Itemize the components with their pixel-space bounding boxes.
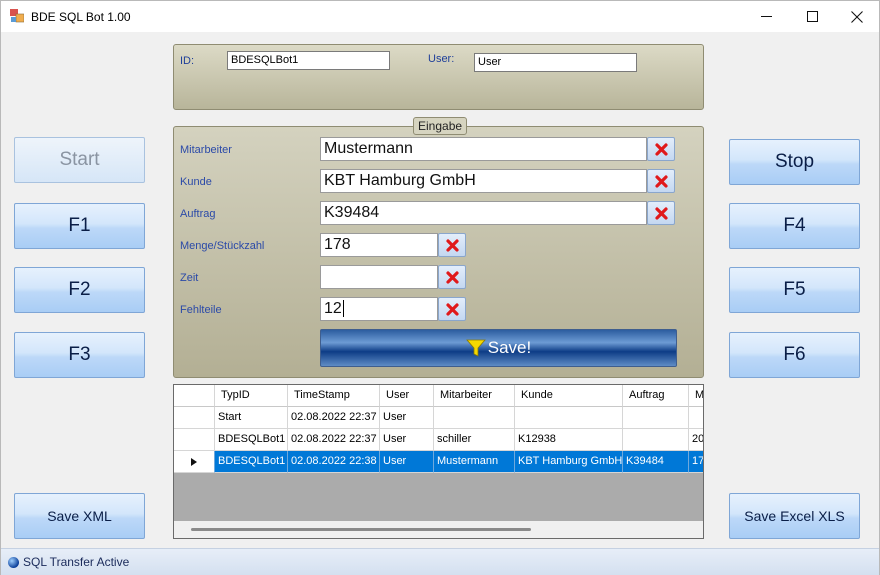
minimize-icon <box>760 16 772 17</box>
clear-mitarbeiter-button[interactable] <box>647 137 675 161</box>
table-cell: BDESQLBot1 <box>215 429 288 451</box>
id-input[interactable]: BDESQLBot1 <box>227 51 390 70</box>
clear-x-icon <box>445 238 459 252</box>
clear-fehlteile-button[interactable] <box>438 297 466 321</box>
text-caret <box>342 300 344 318</box>
fehlteile-field[interactable]: 12 <box>320 297 438 321</box>
column-header-kunde[interactable]: Kunde <box>515 385 623 407</box>
kunde-label: Kunde <box>180 176 212 188</box>
table-cell <box>689 407 703 429</box>
save-label: Save! <box>487 338 532 357</box>
table-cell: 17 <box>689 451 703 473</box>
input-group-title: Eingabe <box>413 117 468 135</box>
clear-x-icon <box>445 302 459 316</box>
title-bar: BDE SQL Bot 1.00 <box>1 1 879 32</box>
clear-x-icon <box>654 174 668 188</box>
zeit-field[interactable] <box>320 265 438 289</box>
clear-zeit-button[interactable] <box>438 265 466 289</box>
row-header[interactable] <box>174 407 215 429</box>
table-cell: BDESQLBot1 <box>215 451 288 473</box>
f5-button[interactable]: F5 <box>729 267 860 313</box>
table-cell: Mustermann <box>434 451 515 473</box>
table-cell: 02.08.2022 22:38 <box>288 451 380 473</box>
table-cell: 02.08.2022 22:37 <box>288 429 380 451</box>
status-bar: SQL Transfer Active <box>1 548 879 575</box>
table-cell <box>434 407 515 429</box>
table-row[interactable]: Start 02.08.2022 22:37 User <box>174 407 703 429</box>
auftrag-label: Auftrag <box>180 208 216 220</box>
column-header-m[interactable]: M <box>689 385 703 407</box>
clear-x-icon <box>654 206 668 220</box>
mitarbeiter-field[interactable]: Mustermann <box>320 137 647 161</box>
app-icon <box>10 9 24 23</box>
start-button[interactable]: Start <box>14 137 145 183</box>
fehlteile-label: Fehlteile <box>180 304 222 316</box>
scrollbar-thumb[interactable] <box>191 528 531 531</box>
table-cell: Start <box>215 407 288 429</box>
clear-x-icon <box>445 270 459 284</box>
horizontal-scrollbar[interactable] <box>174 521 703 538</box>
table-cell: 02.08.2022 22:37 <box>288 407 380 429</box>
maximize-icon <box>806 11 818 22</box>
user-input[interactable]: User <box>474 53 637 72</box>
clear-auftrag-button[interactable] <box>647 201 675 225</box>
app-window: BDE SQL Bot 1.00 Start F1 F2 F3 Save XML… <box>0 0 880 575</box>
clear-x-icon <box>654 142 668 156</box>
status-indicator-icon <box>8 556 19 568</box>
f1-button[interactable]: F1 <box>14 203 145 249</box>
column-header-mitarbeiter[interactable]: Mitarbeiter <box>434 385 515 407</box>
table-cell: User <box>380 407 434 429</box>
fehlteile-value: 12 <box>324 300 342 317</box>
f4-button[interactable]: F4 <box>729 203 860 249</box>
mitarbeiter-label: Mitarbeiter <box>180 144 232 156</box>
maximize-button[interactable] <box>789 1 835 32</box>
column-header-auftrag[interactable]: Auftrag <box>623 385 689 407</box>
f3-button[interactable]: F3 <box>14 332 145 378</box>
table-cell: schiller <box>434 429 515 451</box>
auftrag-field[interactable]: K39484 <box>320 201 647 225</box>
table-cell: User <box>380 429 434 451</box>
clear-menge-button[interactable] <box>438 233 466 257</box>
row-header[interactable] <box>174 429 215 451</box>
table-cell <box>515 407 623 429</box>
kunde-field[interactable]: KBT Hamburg GmbH <box>320 169 647 193</box>
minimize-button[interactable] <box>743 1 789 32</box>
status-text: SQL Transfer Active <box>23 555 130 569</box>
clear-kunde-button[interactable] <box>647 169 675 193</box>
menge-label: Menge/Stückzahl <box>180 240 265 252</box>
close-icon <box>851 10 863 23</box>
stop-button[interactable]: Stop <box>729 139 860 185</box>
current-row-arrow-icon <box>191 457 197 466</box>
column-header-user[interactable]: User <box>380 385 434 407</box>
save-excel-button[interactable]: Save Excel XLS <box>729 493 860 539</box>
menge-field[interactable]: 178 <box>320 233 438 257</box>
window-title: BDE SQL Bot 1.00 <box>31 10 131 24</box>
table-cell: 20 <box>689 429 703 451</box>
table-cell: K12938 <box>515 429 623 451</box>
id-label: ID: <box>180 55 195 67</box>
table-cell <box>623 407 689 429</box>
column-header-timestamp[interactable]: TimeStamp <box>288 385 380 407</box>
zeit-label: Zeit <box>180 272 199 284</box>
save-button[interactable]: Save! <box>320 329 677 367</box>
row-header[interactable] <box>174 451 215 473</box>
save-xml-button[interactable]: Save XML <box>14 493 145 539</box>
user-label: User: <box>428 53 455 65</box>
table-cell: K39484 <box>623 451 689 473</box>
f6-button[interactable]: F6 <box>729 332 860 378</box>
grid-header-row: TypID TimeStamp User Mitarbeiter Kunde A… <box>174 385 703 407</box>
f2-button[interactable]: F2 <box>14 267 145 313</box>
table-cell <box>623 429 689 451</box>
table-row[interactable]: BDESQLBot1 02.08.2022 22:37 User schille… <box>174 429 703 451</box>
close-button[interactable] <box>834 1 880 32</box>
table-cell: User <box>380 451 434 473</box>
table-cell: KBT Hamburg GmbH <box>515 451 623 473</box>
filter-funnel-icon <box>465 339 486 357</box>
column-header-typid[interactable]: TypID <box>215 385 288 407</box>
data-grid[interactable]: TypID TimeStamp User Mitarbeiter Kunde A… <box>173 384 704 539</box>
client-area: Start F1 F2 F3 Save XML Stop F4 F5 F6 Sa… <box>1 32 879 548</box>
table-row-selected[interactable]: BDESQLBot1 02.08.2022 22:38 User Musterm… <box>174 451 703 473</box>
grid-corner <box>174 385 215 407</box>
